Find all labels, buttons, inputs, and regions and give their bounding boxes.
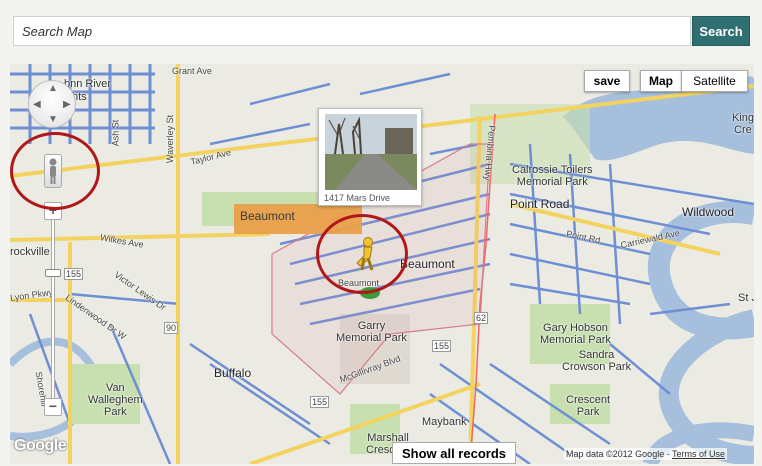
label-cres: Cre (734, 124, 752, 136)
streetview-thumbnail[interactable] (325, 114, 417, 190)
label-bonn-river: bnn River (64, 78, 112, 90)
pan-left-icon[interactable]: ◀ (33, 100, 41, 110)
streetview-popup[interactable]: 1417 Mars Drive (318, 108, 422, 206)
route-155-marker: 155 (432, 340, 452, 352)
search-input[interactable] (13, 16, 691, 46)
label-sandra-park: Sandra Crowson Park (562, 349, 632, 373)
streetview-caption: 1417 Mars Drive (324, 193, 391, 203)
label-point-road: Point Road (510, 197, 570, 211)
show-all-records-button[interactable]: Show all records (392, 442, 516, 464)
highlight-ring-pegman (10, 132, 100, 210)
terms-of-use-link[interactable]: Terms of Use (672, 449, 725, 459)
zoom-out-button[interactable]: − (44, 398, 62, 416)
map-canvas[interactable]: bnn River hts Grant Ave Ash St Waverley … (10, 64, 754, 464)
maptype-satellite-button[interactable]: Satellite (681, 70, 748, 92)
search-button[interactable]: Search (692, 16, 750, 46)
label-buffalo: Buffalo (214, 366, 252, 380)
route-155-marker-2: 155 (310, 396, 330, 408)
attribution-text: Map data ©2012 Google - (566, 449, 673, 459)
zoom-slider-handle[interactable] (45, 269, 61, 277)
label-ash-st: Ash St (110, 119, 121, 147)
google-logo: Google (14, 437, 67, 454)
pan-up-icon[interactable]: ▲ (48, 84, 58, 94)
label-st-jo: St Jo (738, 292, 754, 304)
label-garry-park: Garry Memorial Park (336, 320, 407, 344)
route-155-marker-3: 155 (64, 268, 84, 280)
route-62-marker: 62 (474, 312, 489, 324)
pan-right-icon[interactable]: ▶ (63, 100, 71, 110)
label-rockville: rockville (10, 246, 50, 258)
route-90-marker: 90 (164, 322, 179, 334)
label-wildwood: Wildwood (682, 205, 735, 219)
label-van-walleghem: Van Walleghem Park (88, 382, 143, 418)
label-maybank: Maybank (422, 416, 467, 428)
label-beaumont: Beaumont (400, 257, 455, 271)
search-bar: Search (0, 0, 762, 56)
label-kings: King (732, 112, 754, 124)
label-waverley-st: Waverley St (165, 114, 176, 164)
map-attribution: Map data ©2012 Google - Terms of Use (564, 448, 728, 460)
label-gary-hobson-park: Gary Hobson Memorial Park (540, 322, 611, 346)
save-button[interactable]: save (584, 70, 630, 92)
zoom-track[interactable] (51, 212, 55, 404)
label-crescent-park: Crescent Park (566, 394, 611, 418)
label-grant-ave: Grant Ave (172, 66, 212, 76)
maptype-map-button[interactable]: Map (640, 70, 682, 92)
pan-control[interactable]: ▲ ▼ ◀ ▶ (28, 80, 76, 128)
pan-down-icon[interactable]: ▼ (48, 115, 58, 125)
label-calrossie-park: Calrossie Toilers Memorial Park (512, 164, 593, 188)
highlight-ring-marker (316, 214, 408, 294)
